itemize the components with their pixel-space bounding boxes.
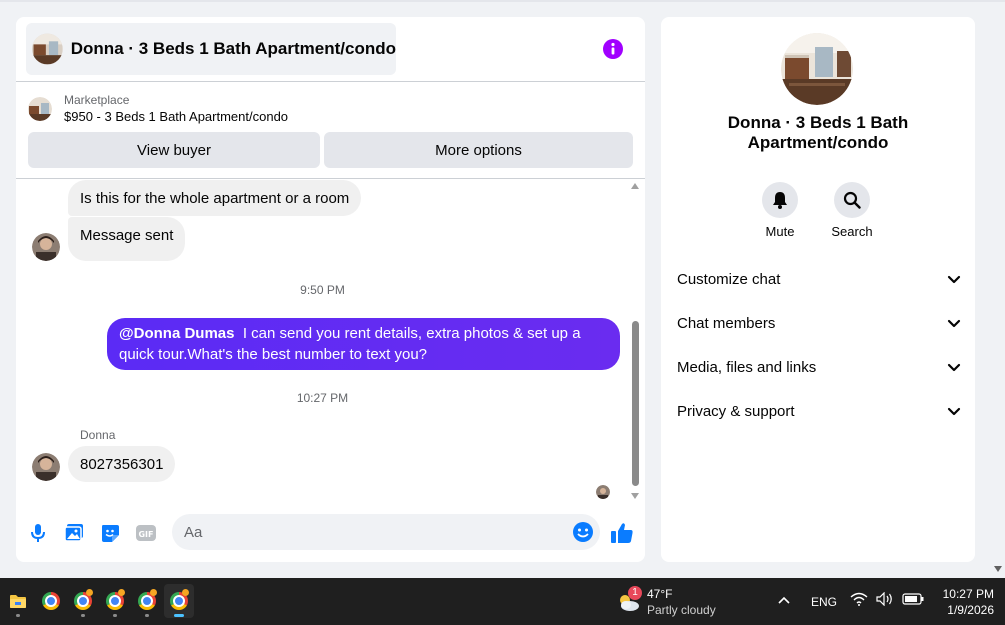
system-tray[interactable] — [850, 592, 924, 606]
input-language[interactable]: ENG — [811, 595, 837, 609]
folder-icon — [10, 595, 26, 608]
message-input[interactable] — [184, 514, 564, 550]
divider — [16, 81, 645, 82]
weather-alert-badge: 1 — [628, 586, 642, 600]
section-label: Customize chat — [677, 270, 781, 288]
contact-avatar — [32, 453, 60, 481]
weather-widget[interactable]: 1 47°F Partly cloudy — [614, 584, 774, 620]
info-icon[interactable] — [603, 39, 623, 59]
profile-badge — [182, 589, 189, 596]
contact-avatar — [32, 233, 60, 261]
temperature: 47°F — [647, 587, 673, 601]
read-receipt-avatar — [596, 485, 610, 499]
chevron-down-icon — [947, 407, 961, 416]
marketplace-label: Marketplace — [64, 93, 130, 107]
profile-badge — [118, 589, 125, 596]
message-scrollbar[interactable] — [629, 181, 641, 501]
view-buyer-button[interactable]: View buyer — [28, 132, 320, 168]
chrome-active-taskbar-button[interactable] — [164, 584, 194, 618]
listing-photo — [781, 33, 853, 105]
mute-button[interactable]: Mute — [750, 182, 810, 239]
mute-label: Mute — [765, 224, 795, 239]
scrollbar-thumb[interactable] — [632, 321, 639, 486]
message-composer: GIF — [16, 513, 645, 553]
search-button[interactable]: Search — [822, 182, 882, 239]
message-input-wrapper — [172, 514, 600, 550]
file-explorer-taskbar-button[interactable] — [3, 584, 33, 618]
chrome-taskbar-button[interactable] — [36, 584, 66, 618]
svg-text:GIF: GIF — [138, 530, 153, 539]
listing-thumbnail — [28, 97, 52, 121]
section-chat-members[interactable]: Chat members — [677, 308, 961, 338]
message-timestamp: 9:50 PM — [300, 283, 345, 297]
incoming-message: Is this for the whole apartment or a roo… — [68, 180, 362, 216]
chat-header[interactable]: Donna · 3 Beds 1 Bath Apartment/condo — [26, 23, 396, 75]
listing-title: $950 - 3 Beds 1 Bath Apartment/condo — [64, 109, 289, 124]
section-label: Chat members — [677, 314, 776, 332]
chrome-profile-taskbar-button[interactable] — [132, 584, 162, 618]
chat-title: Donna · 3 Beds 1 Bath Apartment/condo — [70, 39, 396, 58]
incoming-message: Message sent — [68, 217, 186, 261]
clock-date: 1/9/2026 — [947, 603, 994, 617]
top-border — [0, 0, 1005, 2]
message-list: Is this for the whole apartment or a roo… — [16, 179, 645, 505]
section-customize-chat[interactable]: Customize chat — [677, 264, 961, 294]
windows-taskbar: 1 47°F Partly cloudy ENG 10:27 PM 1/9/20… — [0, 578, 1005, 625]
chrome-icon — [42, 592, 60, 610]
gif-icon[interactable]: GIF — [134, 521, 158, 545]
thumbs-up-icon[interactable] — [610, 521, 634, 545]
scroll-down-arrow-icon[interactable] — [631, 493, 639, 499]
weather-condition: Partly cloudy — [647, 603, 716, 617]
battery-icon — [902, 593, 924, 605]
chevron-down-icon — [947, 319, 961, 328]
section-privacy-support[interactable]: Privacy & support — [677, 396, 961, 426]
message-timestamp: 10:27 PM — [296, 391, 349, 405]
more-options-button[interactable]: More options — [324, 132, 633, 168]
bell-icon — [773, 192, 787, 209]
photo-gallery-icon[interactable] — [62, 521, 86, 545]
chevron-up-icon[interactable] — [777, 594, 791, 606]
chat-panel: Donna · 3 Beds 1 Bath Apartment/condo Ma… — [16, 17, 645, 562]
incoming-message: 8027356301 — [68, 446, 176, 482]
clock-time: 10:27 PM — [942, 587, 994, 601]
conversation-info-panel: Donna · 3 Beds 1 Bath Apartment/condo Mu… — [661, 17, 975, 562]
search-label: Search — [831, 224, 873, 239]
page-scroll-down-arrow-icon[interactable] — [994, 566, 1002, 572]
section-media-files-links[interactable]: Media, files and links — [677, 352, 961, 382]
marketplace-listing[interactable]: Marketplace $950 - 3 Beds 1 Bath Apartme… — [28, 92, 288, 126]
chrome-profile-taskbar-button[interactable] — [100, 584, 130, 618]
profile-badge — [86, 589, 93, 596]
section-label: Privacy & support — [677, 402, 795, 420]
conversation-name: Donna · 3 Beds 1 Bath Apartment/condo — [727, 113, 909, 152]
mention[interactable]: @Donna Dumas — [119, 325, 234, 342]
chevron-down-icon — [947, 275, 961, 284]
sender-name: Donna — [80, 428, 116, 442]
listing-avatar — [32, 33, 63, 65]
system-clock[interactable]: 10:27 PM 1/9/2026 — [930, 586, 994, 618]
emoji-icon[interactable] — [572, 521, 594, 543]
search-icon — [843, 191, 861, 209]
sticker-icon[interactable] — [98, 521, 122, 545]
chrome-profile-taskbar-button[interactable] — [68, 584, 98, 618]
outgoing-message: @Donna Dumas I can send you rent details… — [107, 318, 620, 370]
wifi-icon — [850, 592, 868, 606]
volume-icon — [876, 592, 892, 606]
microphone-icon[interactable] — [26, 521, 50, 545]
section-label: Media, files and links — [677, 358, 817, 376]
chevron-down-icon — [947, 363, 961, 372]
profile-badge — [150, 589, 157, 596]
scroll-up-arrow-icon[interactable] — [631, 183, 639, 189]
